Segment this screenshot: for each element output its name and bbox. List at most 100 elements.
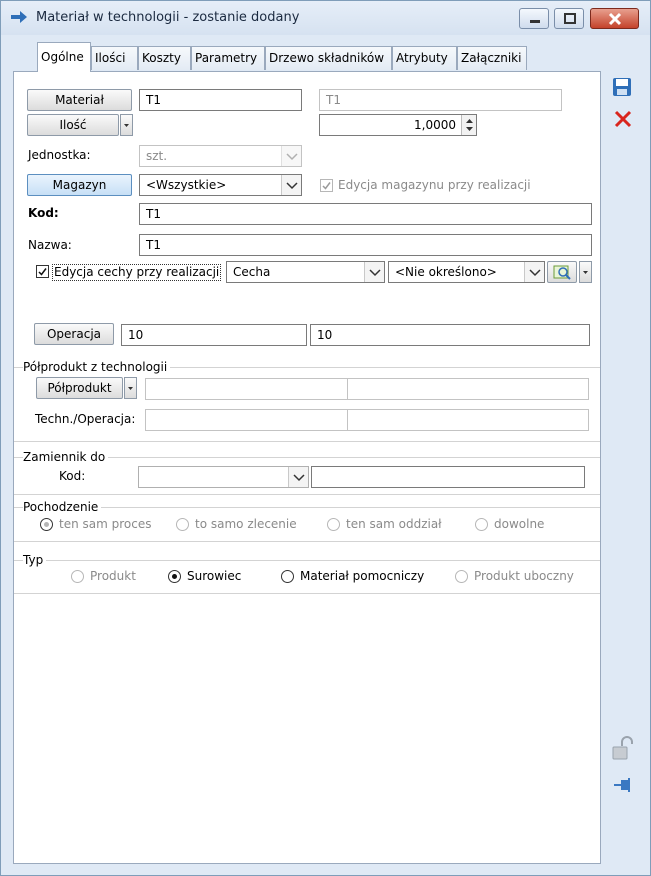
polprodukt-field-2 [347, 378, 589, 400]
jednostka-combo: szt. [139, 145, 302, 167]
title-bar: Materiał w technologii - zostanie dodany [1, 1, 650, 35]
typ-option-label: Materiał pomocniczy [300, 569, 425, 583]
cecha-option-combo-button[interactable] [524, 262, 544, 282]
pochodzenie-radio-dowolne[interactable] [475, 518, 488, 531]
chevron-down-icon [529, 269, 541, 277]
operacja-field-1[interactable]: 10 [121, 324, 307, 346]
pochodzenie-radio-to-samo-zlecenie[interactable] [176, 518, 189, 531]
tab-koszty[interactable]: Koszty [138, 46, 191, 70]
jednostka-combo-button [281, 146, 301, 166]
tab-ogolne[interactable]: Ogólne [37, 42, 91, 72]
zamiennik-name-field[interactable] [311, 466, 585, 488]
tab-ilosci[interactable]: Ilości [91, 46, 138, 70]
cancel-button[interactable] [612, 108, 634, 130]
chevron-down-icon [286, 153, 298, 161]
minimize-button[interactable] [519, 8, 549, 29]
window-title: Materiał w technologii - zostanie dodany [36, 10, 300, 25]
cecha-option-combo[interactable]: <Nie określono> [388, 261, 545, 283]
typ-radio-produkt[interactable] [71, 570, 84, 583]
cecha-lookup-button[interactable] [547, 261, 577, 283]
typ-group-border [14, 560, 600, 561]
close-button[interactable] [590, 8, 639, 29]
typ-group-title: Typ [23, 553, 47, 567]
edycja-cechy-checkbox[interactable] [36, 265, 49, 278]
polprodukt-field-1 [145, 378, 348, 400]
tab-parametry[interactable]: Parametry [191, 46, 265, 70]
pin-icon [614, 778, 630, 792]
nazwa-field[interactable]: T1 [139, 234, 592, 256]
typ-group-bottom [14, 593, 600, 594]
save-icon [613, 78, 631, 96]
pin-button[interactable] [611, 774, 633, 796]
ilosc-dropdown-button[interactable] [120, 114, 133, 136]
tab-drzewo-skladnikow[interactable]: Drzewo składników [265, 46, 392, 70]
typ-radio-produkt-uboczny[interactable] [455, 570, 468, 583]
magazyn-value: <Wszystkie> [146, 178, 227, 192]
tab-zalaczniki[interactable]: Załączniki [457, 46, 527, 70]
zamiennik-group-bottom [14, 494, 600, 495]
tab-atrybuty[interactable]: Atrybuty [392, 46, 457, 70]
checkmark-icon [38, 268, 47, 276]
close-icon [608, 12, 622, 26]
polprodukt-group-title: Półprodukt z technologii [23, 360, 171, 374]
edycja-cechy-label[interactable]: Edycja cechy przy realizacji [52, 264, 222, 281]
arrow-right-icon [11, 11, 27, 23]
search-list-icon [553, 265, 571, 280]
jednostka-label: Jednostka: [28, 148, 91, 162]
cecha-menu-button[interactable] [579, 261, 592, 283]
kod-label: Kod: [28, 206, 59, 220]
pochodzenie-radio-ten-sam-oddzial[interactable] [327, 518, 340, 531]
operacja-field-2[interactable]: 10 [310, 324, 590, 346]
techn-field [145, 409, 348, 431]
chevron-down-icon [583, 271, 588, 274]
pochodzenie-option-label: dowolne [494, 517, 545, 531]
maximize-button[interactable] [554, 8, 584, 29]
operacja-button[interactable]: Operacja [34, 323, 114, 345]
typ-option-label: Produkt uboczny [474, 569, 574, 583]
cecha-value: Cecha [233, 265, 271, 279]
polprodukt-button[interactable]: Półprodukt [36, 377, 123, 399]
polprodukt-group-bottom [14, 441, 600, 442]
material-code-field[interactable]: T1 [139, 89, 302, 111]
zamiennik-kod-combo[interactable] [138, 466, 309, 488]
pochodzenie-option-label: ten sam oddział [346, 517, 442, 531]
cecha-combo-button[interactable] [364, 262, 384, 282]
kod-field[interactable]: T1 [139, 203, 592, 225]
checkmark-icon [322, 182, 331, 190]
nazwa-label: Nazwa: [28, 238, 72, 252]
jednostka-value: szt. [146, 149, 168, 163]
cecha-combo[interactable]: Cecha [226, 261, 385, 283]
edycja-magazynu-checkbox[interactable] [320, 179, 333, 192]
typ-option-label: Surowiec [187, 569, 242, 583]
material-button[interactable]: Materiał [27, 89, 132, 111]
minimize-icon [530, 20, 540, 23]
pochodzenie-option-label: to samo zlecenie [195, 517, 297, 531]
chevron-down-icon [293, 474, 305, 482]
maximize-icon [564, 13, 576, 24]
chevron-down-icon [369, 269, 381, 277]
magazyn-combo[interactable]: <Wszystkie> [139, 174, 302, 196]
zamiennik-kod-label: Kod: [59, 469, 86, 483]
ilosc-button[interactable]: Ilość [27, 114, 119, 136]
spinner-arrows-icon [466, 119, 473, 131]
edycja-magazynu-label: Edycja magazynu przy realizacji [338, 178, 531, 192]
magazyn-button[interactable]: Magazyn [27, 174, 132, 196]
zamiennik-combo-button[interactable] [288, 467, 308, 487]
lock-button[interactable] [610, 736, 636, 762]
operacja-tech-field [347, 409, 589, 431]
cecha-option-value: <Nie określono> [395, 265, 497, 279]
save-button[interactable] [611, 76, 633, 98]
pochodzenie-option-label: ten sam proces [59, 517, 152, 531]
magazyn-combo-button[interactable] [281, 175, 301, 195]
typ-radio-surowiec[interactable] [168, 570, 181, 583]
pochodzenie-group-border [14, 507, 600, 508]
typ-radio-material-pomocniczy[interactable] [281, 570, 294, 583]
cancel-icon [614, 110, 632, 128]
material-name-field: T1 [319, 89, 562, 111]
zamiennik-group-title: Zamiennik do [23, 450, 109, 464]
quantity-field[interactable]: 1,0000 [319, 114, 477, 136]
polprodukt-dropdown-button[interactable] [124, 377, 137, 399]
dialog-window: Materiał w technologii - zostanie dodany… [0, 0, 651, 876]
pochodzenie-radio-ten-sam-proces[interactable] [40, 518, 53, 531]
quantity-spinner[interactable] [461, 115, 476, 135]
